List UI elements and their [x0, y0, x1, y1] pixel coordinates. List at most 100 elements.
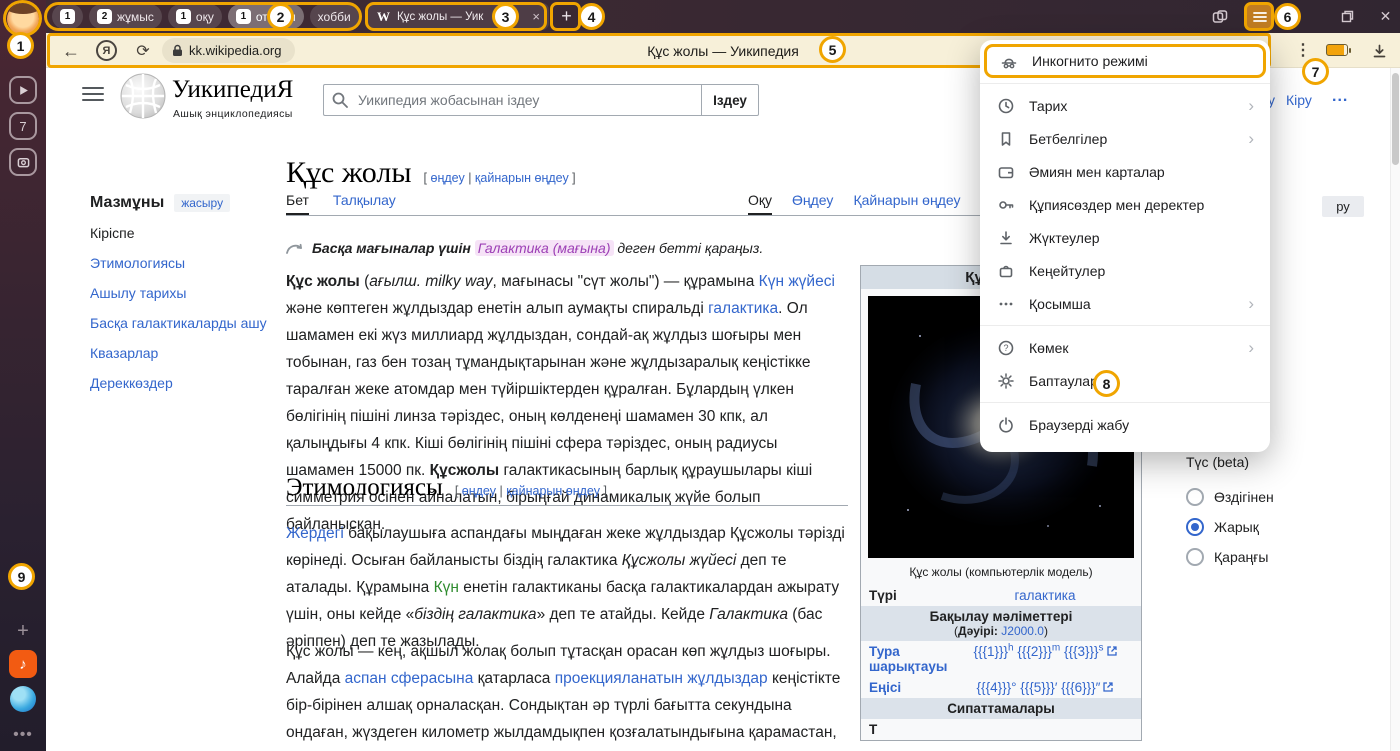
annotation-step: 3	[492, 3, 519, 30]
browser-menu-button[interactable]	[1246, 4, 1273, 29]
yandex-search-icon[interactable]: Я	[96, 40, 117, 61]
reload-button[interactable]: ⟳	[132, 40, 154, 62]
edit-links[interactable]: [ өңдеу | қайнарын өңдеу ]	[455, 484, 607, 498]
new-tab-button[interactable]: +	[552, 3, 581, 30]
color-option-dark[interactable]: Қараңғы	[1186, 548, 1268, 566]
browser-tab[interactable]: W Құс жолы — Уик ×	[368, 3, 549, 30]
tab-group[interactable]: 1	[52, 4, 83, 29]
paragraph[interactable]: Құс жолы — кең, ақшыл жолақ болып тұтасқ…	[286, 638, 848, 751]
radio-icon-selected[interactable]	[1186, 518, 1204, 536]
tab-read[interactable]: Оқу	[748, 192, 772, 215]
dec-value[interactable]: {{{4}}}° {{{5}}}′ {{{6}}}″	[977, 680, 1101, 695]
yandex-music-icon[interactable]: ♪	[9, 650, 37, 678]
menu-item-quit[interactable]: Браузерді жабу	[980, 408, 1270, 441]
toc-hide-button[interactable]: жасыру	[174, 194, 230, 212]
infobox-value-link[interactable]: галактика	[957, 588, 1133, 603]
menu-item-downloads[interactable]: Жүктеулер	[980, 221, 1270, 254]
tab-group-count: 1	[176, 9, 191, 24]
tab-page[interactable]: Бет	[286, 192, 309, 215]
player-button[interactable]	[9, 76, 37, 104]
menu-item-bookmarks[interactable]: Бетбелгілер ›	[980, 122, 1270, 155]
wiki-search-input[interactable]	[323, 84, 701, 116]
menu-item-wallet[interactable]: Әмиян мен карталар	[980, 155, 1270, 188]
back-button[interactable]: ←	[60, 40, 82, 62]
toc-item[interactable]: Квазарлар	[90, 345, 278, 362]
header-more-button[interactable]: ...	[1332, 88, 1348, 106]
toc-item[interactable]: Кіріспе	[90, 225, 278, 242]
menu-item-more[interactable]: Қосымша ›	[980, 287, 1270, 320]
devices-icon	[1212, 9, 1228, 25]
page-scrollbar[interactable]	[1390, 68, 1400, 751]
color-option-auto[interactable]: Өздігінен	[1186, 488, 1274, 506]
menu-item-settings[interactable]: Баптаулар	[980, 364, 1270, 397]
tab-group[interactable]: хобби	[310, 4, 359, 29]
battery-icon	[1326, 44, 1348, 56]
ellipsis-icon	[996, 294, 1016, 314]
menu-item-help[interactable]: ? Көмек ›	[980, 331, 1270, 364]
infobox-label-link[interactable]: Еңісі	[869, 680, 957, 695]
infobox-epoch[interactable]: (Дәуірі: J2000.0)	[864, 624, 1138, 638]
add-button[interactable]: +	[8, 616, 38, 646]
annotation-step: 9	[8, 563, 35, 590]
toc-heading: Мазмұны	[90, 194, 164, 212]
wiki-search-button[interactable]: Іздеу	[701, 84, 759, 116]
toc-item[interactable]: Дереккөздер	[90, 375, 278, 392]
tab-talk[interactable]: Талқылау	[333, 192, 396, 215]
restore-window-button[interactable]	[1334, 4, 1361, 29]
color-option-light[interactable]: Жарық	[1186, 518, 1259, 536]
close-window-button[interactable]: ✕	[1372, 4, 1399, 29]
radio-icon[interactable]	[1186, 548, 1204, 566]
tab-edit[interactable]: Өңдеу	[792, 192, 833, 215]
sidebar-more-icon[interactable]: •••	[8, 720, 38, 750]
hamburger-icon	[1253, 11, 1267, 23]
chevron-right-icon: ›	[1248, 130, 1254, 147]
annotation-step: 4	[578, 3, 605, 30]
downloads-button[interactable]	[1368, 40, 1390, 62]
ra-value[interactable]: {{{1}}}h {{{2}}}m {{{3}}}s	[973, 644, 1103, 659]
menu-item-history[interactable]: Тарих ›	[980, 89, 1270, 122]
toc-item[interactable]: Этимологиясы	[90, 255, 278, 272]
key-icon	[996, 195, 1016, 215]
tab-groups: 1 2 жұмыс 1 оқу 1 отбасы хобби	[52, 4, 359, 29]
tab-edit-source[interactable]: Қайнарын өңдеу	[853, 192, 960, 215]
wiki-menu-button[interactable]	[82, 86, 106, 106]
tab-group-label: оқу	[196, 10, 214, 24]
tab-close-icon[interactable]: ×	[532, 9, 540, 24]
toolbar-more-button[interactable]: ⋮	[1294, 41, 1312, 59]
wikipedia-logo[interactable]	[120, 73, 166, 119]
tab-group[interactable]: 1 оқу	[168, 4, 222, 29]
menu-item-label: Браузерді жабу	[1029, 417, 1254, 433]
login-link[interactable]: Кіру	[1286, 92, 1312, 108]
screenshot-button[interactable]	[9, 148, 37, 176]
alice-icon[interactable]	[10, 686, 36, 712]
infobox-label-link[interactable]: Тура шарықтауы	[869, 644, 957, 674]
browser-side-panel: 7 + ♪ •••	[0, 0, 46, 751]
annotation-step: 1	[7, 32, 34, 59]
devices-sync-button[interactable]	[1206, 4, 1233, 29]
radio-label: Қараңғы	[1214, 549, 1268, 565]
external-link-icon	[1107, 646, 1117, 656]
menu-item-extensions[interactable]: Кеңейтулер	[980, 254, 1270, 287]
menu-item-incognito[interactable]: Инкогнито режимі	[984, 44, 1266, 78]
tab-counter-badge[interactable]: 7	[9, 112, 37, 140]
svg-text:?: ?	[1003, 343, 1008, 353]
section-heading: Этимологиясы	[286, 474, 443, 502]
wiki-wordmark[interactable]: УикипедиЯ	[172, 76, 293, 104]
paragraph[interactable]: Жердегі бақылаушыға аспандағы мыңдаған ж…	[286, 520, 848, 655]
battery-saver-button[interactable]	[1326, 44, 1348, 56]
annotation-step: 2	[267, 3, 294, 30]
address-bar[interactable]: kk.wikipedia.org	[162, 38, 295, 63]
menu-item-label: Бетбелгілер	[1029, 131, 1235, 147]
radio-icon[interactable]	[1186, 488, 1204, 506]
toc-item[interactable]: Ашылу тарихы	[90, 285, 278, 302]
tab-group-label: хобби	[318, 10, 351, 24]
tab-group[interactable]: 2 жұмыс	[89, 4, 162, 29]
scrollbar-thumb[interactable]	[1392, 73, 1399, 165]
hatnote-text[interactable]: Басқа мағыналар үшін Галактика (мағына) …	[312, 240, 763, 256]
profile-avatar[interactable]	[7, 3, 39, 35]
edit-links[interactable]: [ өңдеу | қайнарын өңдеу ]	[424, 171, 576, 185]
menu-item-passwords[interactable]: Құпиясөздер мен деректер	[980, 188, 1270, 221]
history-icon	[996, 96, 1016, 116]
toc-item[interactable]: Басқа галактикаларды ашу	[90, 315, 278, 332]
appearance-hide-button[interactable]: ру	[1322, 196, 1364, 217]
